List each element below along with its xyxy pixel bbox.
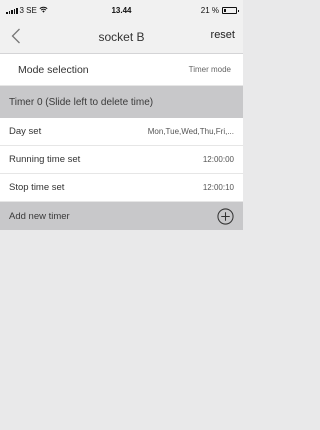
running-time-value: 12:00:00 [202,155,234,164]
reset-button[interactable]: reset [211,29,235,41]
stop-time-row[interactable]: Stop time set 12:00:10 [0,174,243,202]
battery-fill [224,9,227,12]
mode-selection-row[interactable]: Mode selection Timer mode [0,54,243,86]
back-button[interactable] [6,26,26,46]
add-timer-button[interactable] [216,207,234,225]
chevron-left-icon [11,28,20,44]
nav-bar: socket B reset [0,20,243,54]
stop-time-label: Stop time set [9,182,65,193]
timer-header-label: Timer 0 (Slide left to delete time) [9,96,154,108]
battery-icon [222,7,239,14]
day-set-value: Mon,Tue,Wed,Thu,Fri,... [147,127,234,136]
running-time-label: Running time set [9,154,81,165]
page-title: socket B [98,30,145,44]
timer-section-header[interactable]: Timer 0 (Slide left to delete time) [0,86,243,118]
add-timer-row[interactable]: Add new timer [0,202,243,230]
mode-selection-value: Timer mode [188,65,231,74]
day-set-label: Day set [9,126,42,137]
day-set-row[interactable]: Day set Mon,Tue,Wed,Thu,Fri,... [0,118,243,146]
add-timer-label: Add new timer [9,210,70,222]
battery-percent: 21 % [200,6,219,15]
status-bar: 3 SE 13.44 21 % [0,0,243,20]
stop-time-value: 12:00:10 [202,183,234,192]
status-right: 21 % [200,6,239,15]
mode-selection-label: Mode selection [18,63,89,76]
running-time-row[interactable]: Running time set 12:00:00 [0,146,243,174]
plus-circle-icon [216,207,234,225]
settings-list: Mode selection Timer mode Timer 0 (Slide… [0,54,243,230]
